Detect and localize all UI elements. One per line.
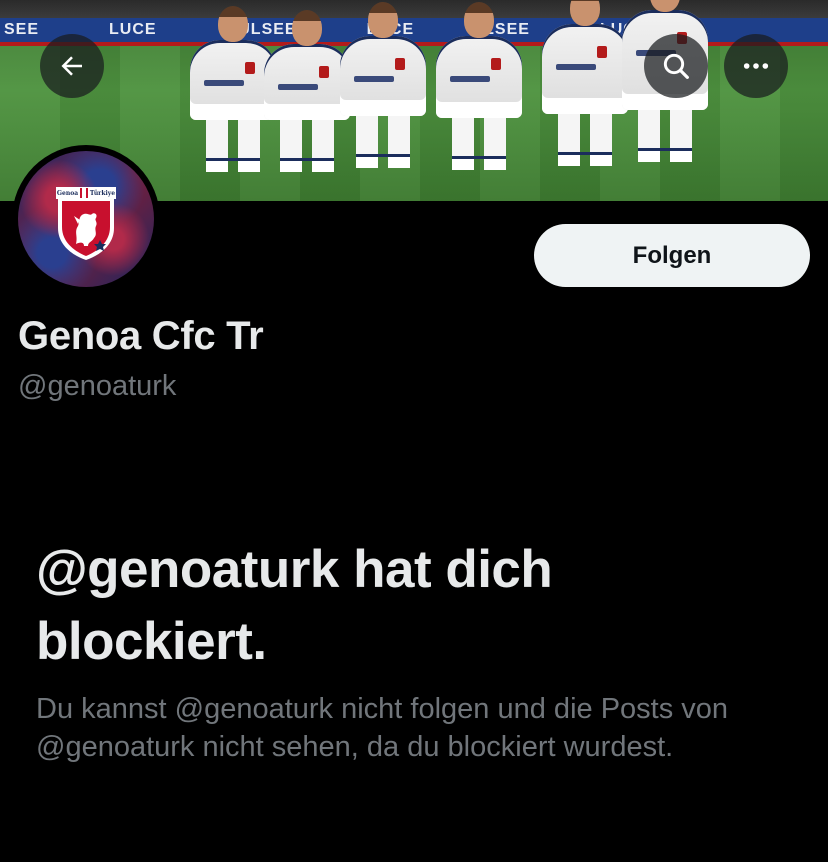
arrow-left-icon: [61, 56, 82, 76]
player-figure: [264, 10, 350, 172]
team-photo: [170, 0, 720, 201]
more-options-button[interactable]: [724, 34, 788, 98]
back-button[interactable]: [40, 34, 104, 98]
display-name: Genoa Cfc Tr: [18, 314, 264, 358]
blocked-notice-description: Du kannst @genoaturk nicht folgen und di…: [36, 693, 729, 763]
profile-page: SEE LUCE PULSEE LUCE LSEE LUCE: [0, 0, 828, 862]
ad-text: SEE: [4, 21, 40, 38]
blocked-notice-title: @genoaturk hat dich blockiert.: [36, 540, 553, 671]
player-figure: [340, 2, 426, 168]
club-crest-logo: Genoa Türkiye: [56, 187, 116, 260]
search-button[interactable]: [644, 34, 708, 98]
crest-text-right: Türkiye: [89, 189, 116, 197]
griffin-shield-icon: [58, 198, 114, 260]
search-icon: [663, 53, 689, 79]
player-figure: [542, 0, 628, 166]
ad-text: LUCE: [109, 21, 157, 38]
player-figure: [436, 2, 522, 170]
crest-text-left: Genoa: [56, 189, 79, 197]
profile-avatar[interactable]: Genoa Türkiye: [12, 145, 160, 293]
follow-button[interactable]: Folgen: [534, 224, 810, 287]
username-handle: @genoaturk: [18, 370, 177, 402]
avatar: Genoa Türkiye: [18, 151, 154, 287]
more-horizontal-icon: [743, 63, 769, 69]
